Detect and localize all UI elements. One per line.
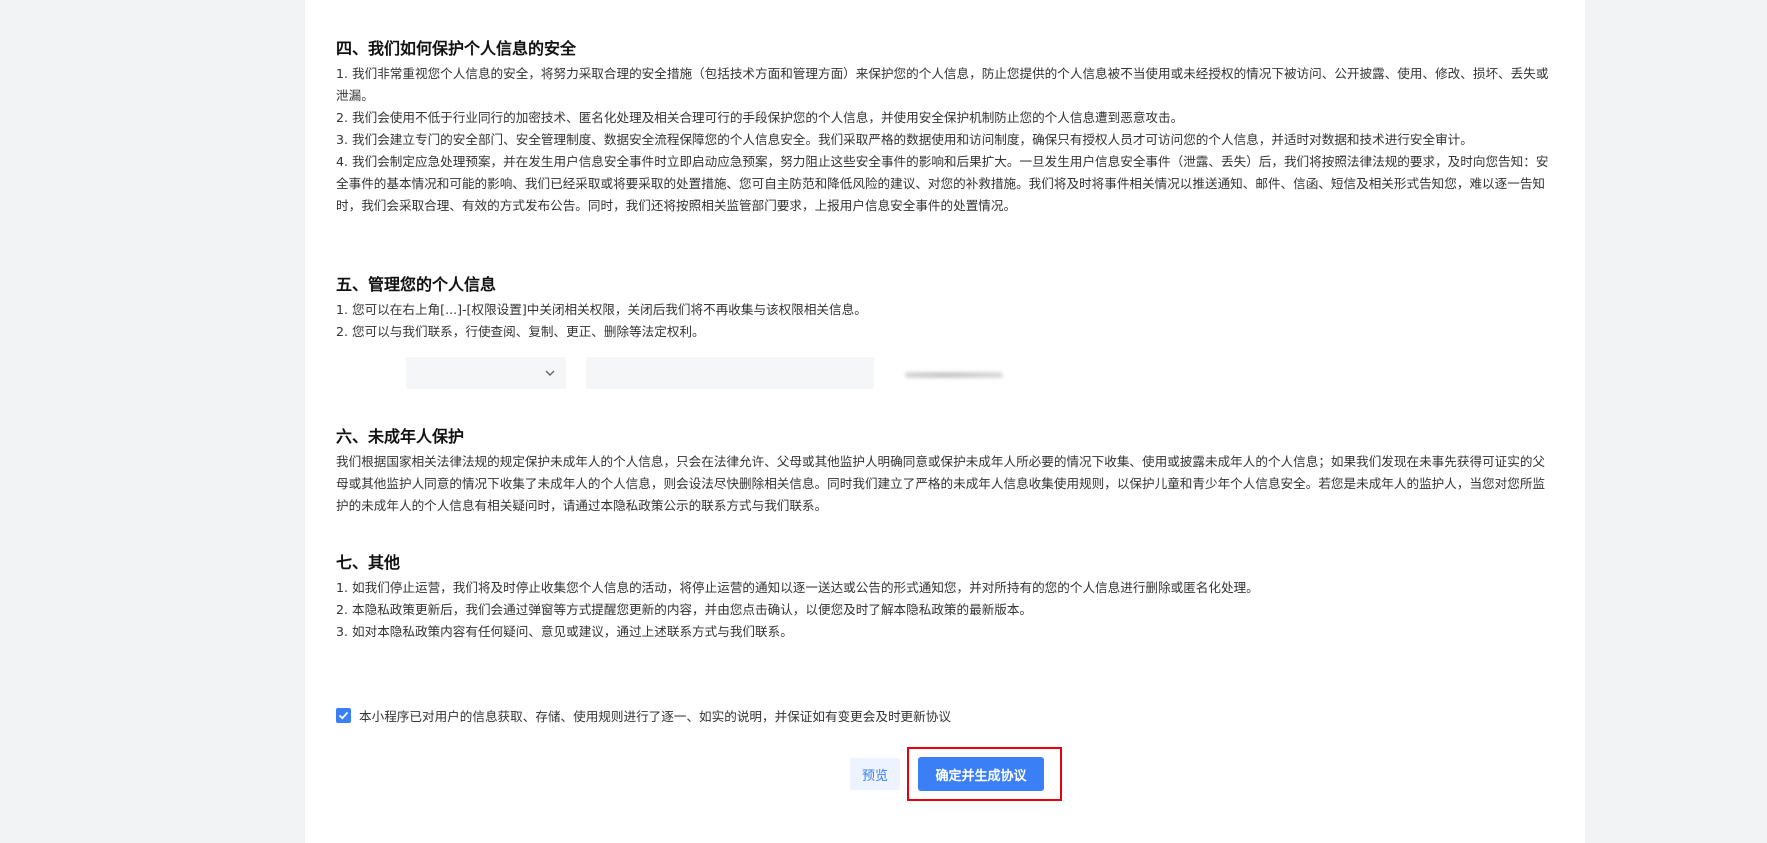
contact-type-select[interactable] (406, 357, 566, 389)
agreement-checkbox[interactable] (336, 708, 351, 723)
chevron-down-icon (544, 367, 556, 379)
redacted-value (905, 372, 1003, 378)
paragraph: 3. 如对本隐私政策内容有任何疑问、意见或建议，通过上述联系方式与我们联系。 (336, 624, 793, 639)
section-title: 六、未成年人保护 (336, 427, 465, 446)
section-manage-info: 五、管理您的个人信息 1. 您可以在右上角[...]-[权限设置]中关闭相关权限… (336, 275, 1551, 343)
contact-row (336, 357, 874, 389)
confirm-generate-button[interactable]: 确定并生成协议 (918, 757, 1044, 791)
paragraph: 1. 您可以在右上角[...]-[权限设置]中关闭相关权限，关闭后我们将不再收集… (336, 302, 867, 317)
agreement-text: 本小程序已对用户的信息获取、存储、使用规则进行了逐一、如实的说明，并保证如有变更… (359, 709, 951, 724)
section-minors: 六、未成年人保护 我们根据国家相关法律法规的规定保护未成年人的个人信息，只会在法… (336, 427, 1551, 517)
paragraph: 1. 如我们停止运营，我们将及时停止收集您个人信息的活动，将停止运营的通知以逐一… (336, 580, 1259, 595)
section-title: 七、其他 (336, 553, 401, 572)
section-security: 四、我们如何保护个人信息的安全 1. 我们非常重视您个人信息的安全，将努力采取合… (336, 39, 1551, 217)
contact-value-input[interactable] (586, 357, 874, 389)
paragraph: 我们根据国家相关法律法规的规定保护未成年人的个人信息，只会在法律允许、父母或其他… (336, 454, 1545, 513)
preview-button[interactable]: 预览 (850, 758, 900, 790)
paragraph: 4. 我们会制定应急处理预案，并在发生用户信息安全事件时立即启动应急预案，努力阻… (336, 154, 1549, 213)
paragraph: 1. 我们非常重视您个人信息的安全，将努力采取合理的安全措施（包括技术方面和管理… (336, 66, 1549, 103)
paragraph: 2. 本隐私政策更新后，我们会通过弹窗等方式提醒您更新的内容，并由您点击确认，以… (336, 602, 1033, 617)
section-title: 四、我们如何保护个人信息的安全 (336, 39, 577, 58)
check-icon (338, 711, 349, 720)
policy-panel: 四、我们如何保护个人信息的安全 1. 我们非常重视您个人信息的安全，将努力采取合… (305, 0, 1585, 843)
paragraph: 3. 我们会建立专门的安全部门、安全管理制度、数据安全流程保障您的个人信息安全。… (336, 132, 1473, 147)
paragraph: 2. 我们会使用不低于行业同行的加密技术、匿名化处理及相关合理可行的手段保护您的… (336, 110, 1184, 125)
paragraph: 2. 您可以与我们联系，行使查阅、复制、更正、删除等法定权利。 (336, 324, 705, 339)
section-other: 七、其他 1. 如我们停止运营，我们将及时停止收集您个人信息的活动，将停止运营的… (336, 553, 1551, 643)
section-title: 五、管理您的个人信息 (336, 275, 497, 294)
agreement-row: 本小程序已对用户的信息获取、存储、使用规则进行了逐一、如实的说明，并保证如有变更… (336, 706, 951, 725)
